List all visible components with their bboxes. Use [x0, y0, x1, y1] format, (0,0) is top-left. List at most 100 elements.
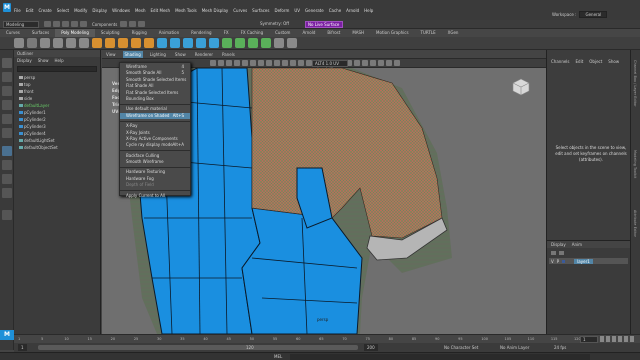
menu-mesh-tools[interactable]: Mesh Tools — [175, 8, 197, 13]
gate-mask-icon[interactable] — [266, 60, 272, 66]
smooth-icon[interactable] — [118, 38, 128, 48]
menu-uv[interactable]: UV — [294, 8, 300, 13]
shelf-tab-bifrost[interactable]: Bifrost — [321, 29, 346, 37]
channelbox-menu-object[interactable]: Object — [589, 59, 602, 64]
mel-label[interactable]: MEL — [274, 354, 282, 360]
outliner-menu-show[interactable]: Show — [38, 58, 49, 63]
panel-menu-renderer[interactable]: Renderer — [193, 51, 215, 58]
shading-menu-item[interactable]: Bounding Box — [120, 96, 190, 102]
maya-home-icon[interactable]: M — [0, 330, 14, 340]
panel-menu-view[interactable]: View — [104, 51, 118, 58]
shelf-tab-rendering[interactable]: Rendering — [185, 29, 217, 37]
menu-display[interactable]: Display — [92, 8, 107, 13]
open-scene-icon[interactable] — [53, 21, 60, 27]
go-to-end-icon[interactable] — [630, 336, 634, 342]
shading-menu-item[interactable]: Smooth Wireframe — [120, 159, 190, 165]
redo-icon[interactable] — [80, 21, 87, 27]
shelf-tab-xgen[interactable]: XGen — [442, 29, 465, 37]
outliner-item[interactable]: defaultLayer — [14, 102, 100, 109]
symmetry-label[interactable]: Symmetry: Off — [260, 21, 289, 26]
shading-menu-item[interactable]: Depth of Field — [120, 182, 190, 188]
menu-mesh-display[interactable]: Mesh Display — [202, 8, 229, 13]
outliner-item[interactable]: pCylinder3 — [14, 123, 100, 130]
menu-cache[interactable]: Cache — [329, 8, 341, 13]
play-back-icon[interactable] — [612, 336, 616, 342]
outliner-item[interactable]: front — [14, 88, 100, 95]
shelf-tab-poly-modeling[interactable]: Poly Modeling — [55, 29, 95, 37]
anim-end-field[interactable]: 200 — [364, 344, 378, 351]
fill-hole-icon[interactable] — [196, 38, 206, 48]
new-scene-icon[interactable] — [44, 21, 51, 27]
menu-edit[interactable]: Edit — [26, 8, 34, 13]
tab-channel-box[interactable]: Channel Box / Layer Editor — [633, 60, 637, 107]
planar-map-icon[interactable] — [287, 38, 297, 48]
outliner-search-input[interactable] — [17, 66, 97, 72]
menu-surfaces[interactable]: Surfaces — [252, 8, 269, 13]
panel-menu-lighting[interactable]: Lighting — [148, 51, 168, 58]
antialiasing-icon[interactable] — [354, 60, 360, 66]
tab-anim[interactable]: Anim — [572, 242, 582, 247]
outliner-layout-icon[interactable] — [2, 174, 12, 184]
quad-draw-icon[interactable] — [248, 38, 258, 48]
boolean-icon[interactable] — [131, 38, 141, 48]
uv-editor-icon[interactable] — [274, 38, 284, 48]
menu-modify[interactable]: Modify — [74, 8, 87, 13]
current-frame-field[interactable]: 1 — [580, 336, 598, 343]
shelf-tab-sculpting[interactable]: Sculpting — [95, 29, 126, 37]
tab-modeling-toolkit[interactable]: Modeling Toolkit — [633, 150, 637, 178]
outliner-item[interactable]: side — [14, 95, 100, 102]
poly-cylinder-icon[interactable] — [40, 38, 50, 48]
panel-menu-shading[interactable]: Shading — [122, 51, 143, 58]
select-camera-icon[interactable] — [210, 60, 216, 66]
snap-grid-icon[interactable] — [120, 21, 128, 27]
resolution-gate-icon[interactable] — [258, 60, 264, 66]
poly-torus-icon[interactable] — [66, 38, 76, 48]
shelf-tab-motion-graphics[interactable]: Motion Graphics — [370, 29, 415, 37]
xray-icon[interactable] — [378, 60, 384, 66]
xray-joints-icon[interactable] — [386, 60, 392, 66]
workspace-selector[interactable]: Workspace : General — [552, 11, 608, 18]
fps-field[interactable]: 24 fps — [554, 344, 566, 351]
step-forward-icon[interactable] — [624, 336, 628, 342]
menu-create[interactable]: Create — [38, 8, 51, 13]
grid-icon[interactable] — [242, 60, 248, 66]
channelbox-menu-show[interactable]: Show — [608, 59, 619, 64]
mirror-icon[interactable] — [144, 38, 154, 48]
bridge-icon[interactable] — [170, 38, 180, 48]
depth-of-field-icon[interactable] — [362, 60, 368, 66]
range-start-field[interactable]: 1 — [18, 344, 27, 351]
outliner-item[interactable]: pCylinder1 — [14, 109, 100, 116]
tab-display[interactable]: Display — [551, 242, 566, 247]
wireframe-icon[interactable] — [290, 60, 296, 66]
undo-icon[interactable] — [71, 21, 78, 27]
step-back-icon[interactable] — [606, 336, 610, 342]
poly-cube-icon[interactable] — [27, 38, 37, 48]
channelbox-menu-channels[interactable]: Channels — [551, 59, 570, 64]
camera-field[interactable]: ALT4 1.0 UV view (all) — [312, 60, 348, 72]
menu-file[interactable]: File — [14, 8, 21, 13]
isolate-select-icon[interactable] — [370, 60, 376, 66]
outliner-item[interactable]: pCylinder4 — [14, 130, 100, 137]
single-view-icon[interactable] — [2, 146, 12, 156]
layer-name[interactable]: layer1 — [574, 258, 593, 264]
panel-menu-show[interactable]: Show — [173, 51, 188, 58]
rotate-tool-icon[interactable] — [2, 114, 12, 124]
range-bar[interactable] — [38, 345, 358, 350]
snap-point-icon[interactable] — [138, 21, 146, 27]
shading-menu-item[interactable]: Wireframe on Shaded Alt+S — [120, 112, 190, 120]
shelf-tab-arnold[interactable]: Arnold — [296, 29, 321, 37]
menu-generate[interactable]: Generate — [305, 8, 324, 13]
multi-cut-icon[interactable] — [222, 38, 232, 48]
graph-layout-icon[interactable] — [2, 188, 12, 198]
shelf-tab-turtle[interactable]: TURTLE — [415, 29, 442, 37]
camera-attributes-icon[interactable] — [218, 60, 224, 66]
menu-windows[interactable]: Windows — [112, 8, 130, 13]
bevel-icon[interactable] — [183, 38, 193, 48]
outliner-item[interactable]: persp — [14, 74, 100, 81]
save-scene-icon[interactable] — [62, 21, 69, 27]
outliner-menu-display[interactable]: Display — [17, 58, 32, 63]
menu-curves[interactable]: Curves — [233, 8, 247, 13]
image-plane-icon[interactable] — [234, 60, 240, 66]
visibility-toggle[interactable]: V — [551, 259, 554, 264]
smooth-shade-icon[interactable] — [298, 60, 304, 66]
